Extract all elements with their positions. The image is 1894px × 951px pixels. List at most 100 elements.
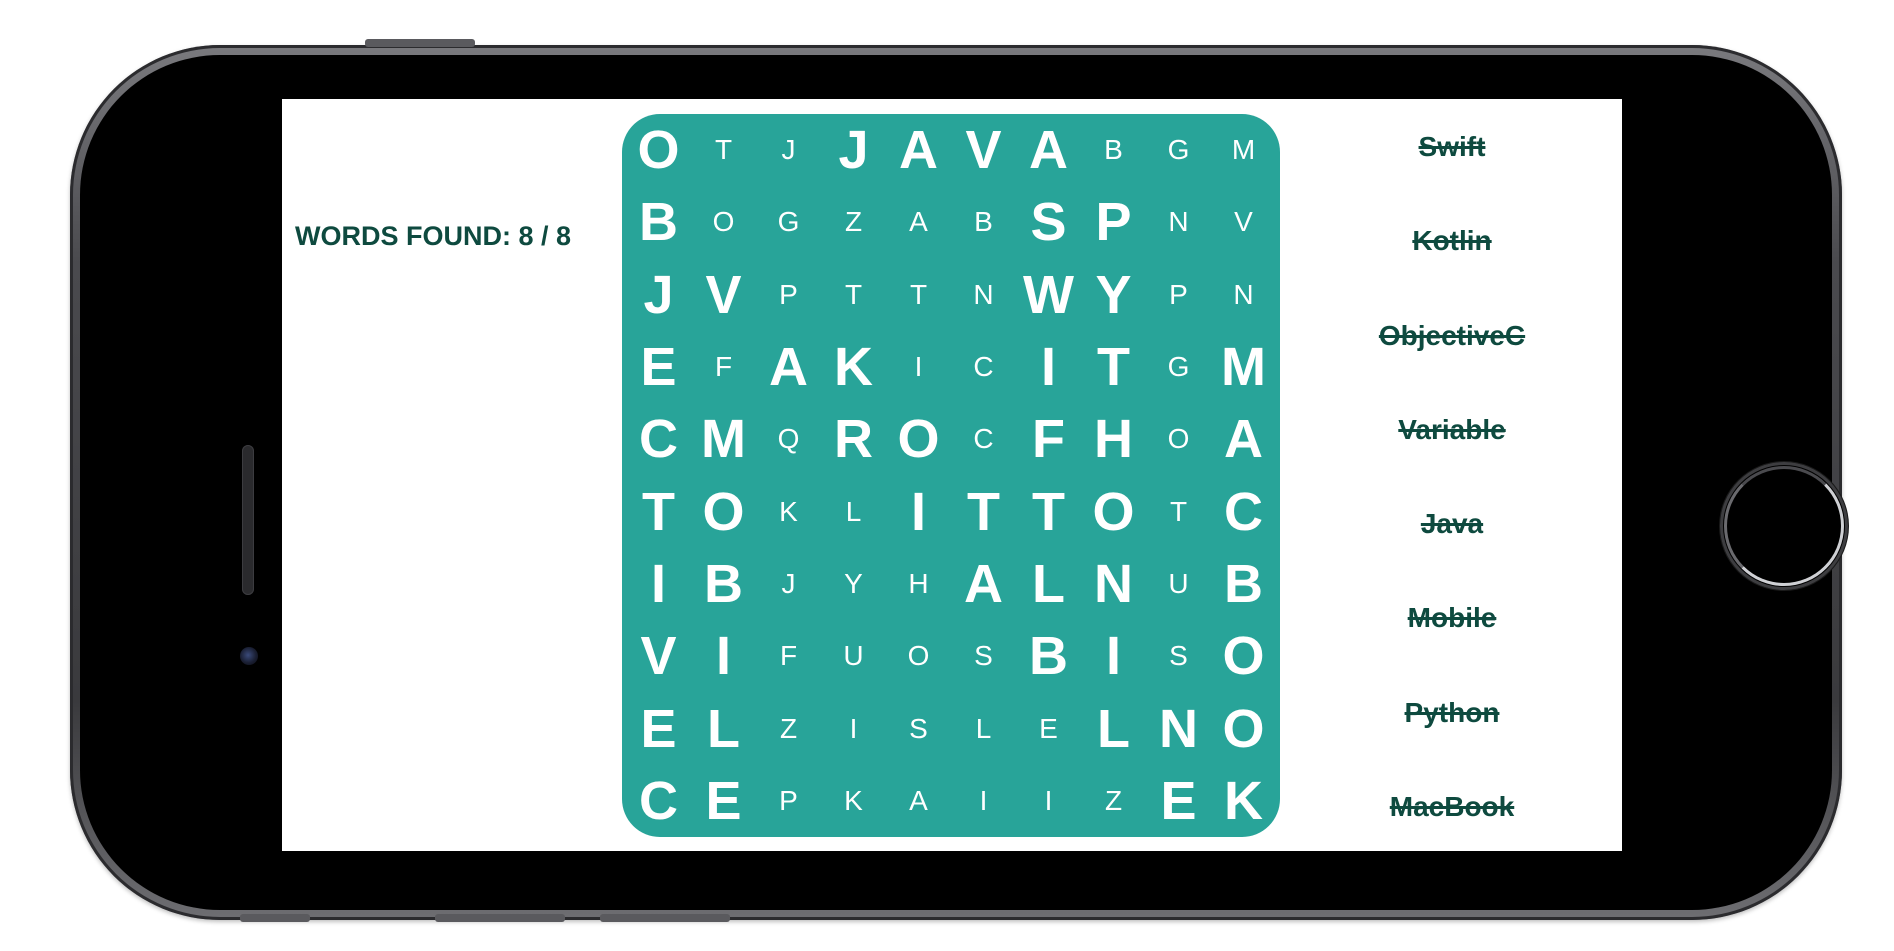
grid-cell[interactable]: N [1081, 548, 1146, 620]
grid-cell[interactable]: I [1081, 620, 1146, 692]
grid-cell[interactable]: F [756, 620, 821, 692]
grid-cell[interactable]: G [756, 186, 821, 258]
grid-cell[interactable]: A [1211, 403, 1276, 475]
grid-cell[interactable]: K [756, 476, 821, 548]
grid-cell[interactable]: I [1016, 331, 1081, 403]
grid-cell[interactable]: T [1146, 476, 1211, 548]
grid-cell[interactable]: K [821, 331, 886, 403]
grid-cell[interactable]: E [1146, 765, 1211, 837]
grid-cell[interactable]: Y [1081, 259, 1146, 331]
grid-cell[interactable]: M [1211, 331, 1276, 403]
grid-cell[interactable]: O [886, 620, 951, 692]
grid-cell[interactable]: U [821, 620, 886, 692]
grid-cell[interactable]: H [1081, 403, 1146, 475]
grid-cell[interactable]: T [626, 476, 691, 548]
grid-cell[interactable]: L [691, 692, 756, 764]
grid-cell[interactable]: C [1211, 476, 1276, 548]
grid-cell[interactable]: R [821, 403, 886, 475]
grid-cell[interactable]: A [756, 331, 821, 403]
grid-cell[interactable]: Y [821, 548, 886, 620]
grid-cell[interactable]: P [1081, 186, 1146, 258]
grid-cell[interactable]: E [626, 331, 691, 403]
grid-cell[interactable]: L [821, 476, 886, 548]
grid-cell[interactable]: E [1016, 692, 1081, 764]
grid-cell[interactable]: Z [1081, 765, 1146, 837]
grid-cell[interactable]: L [951, 692, 1016, 764]
grid-cell[interactable]: P [756, 259, 821, 331]
grid-cell[interactable]: O [886, 403, 951, 475]
grid-cell[interactable]: Z [821, 186, 886, 258]
grid-cell[interactable]: P [1146, 259, 1211, 331]
grid-cell[interactable]: O [626, 114, 691, 186]
grid-cell[interactable]: L [1016, 548, 1081, 620]
grid-cell[interactable]: B [1211, 548, 1276, 620]
grid-cell[interactable]: F [1016, 403, 1081, 475]
grid-cell[interactable]: I [951, 765, 1016, 837]
grid-cell[interactable]: N [1146, 186, 1211, 258]
grid-cell[interactable]: S [951, 620, 1016, 692]
grid-cell[interactable]: C [951, 403, 1016, 475]
grid-cell[interactable]: S [1146, 620, 1211, 692]
grid-cell[interactable]: O [1146, 403, 1211, 475]
grid-cell[interactable]: G [1146, 114, 1211, 186]
grid-cell[interactable]: T [1081, 331, 1146, 403]
letter-grid[interactable]: OTJJAVABGMBOGZABSPNVJVPTTNWYPNEFAKICITGM… [622, 114, 1280, 837]
grid-cell[interactable]: B [1016, 620, 1081, 692]
grid-cell[interactable]: B [1081, 114, 1146, 186]
grid-cell[interactable]: C [626, 765, 691, 837]
grid-cell[interactable]: O [1211, 620, 1276, 692]
grid-cell[interactable]: F [691, 331, 756, 403]
grid-cell[interactable]: B [626, 186, 691, 258]
grid-cell[interactable]: J [626, 259, 691, 331]
grid-cell[interactable]: V [691, 259, 756, 331]
grid-cell[interactable]: I [821, 692, 886, 764]
grid-cell[interactable]: W [1016, 259, 1081, 331]
grid-cell[interactable]: A [886, 186, 951, 258]
grid-cell[interactable]: N [951, 259, 1016, 331]
grid-cell[interactable]: K [1211, 765, 1276, 837]
grid-cell[interactable]: C [626, 403, 691, 475]
grid-cell[interactable]: P [756, 765, 821, 837]
grid-cell[interactable]: I [886, 476, 951, 548]
grid-cell[interactable]: O [1081, 476, 1146, 548]
grid-cell[interactable]: T [1016, 476, 1081, 548]
grid-cell[interactable]: O [691, 186, 756, 258]
grid-cell[interactable]: M [691, 403, 756, 475]
grid-cell[interactable]: O [691, 476, 756, 548]
grid-cell[interactable]: I [626, 548, 691, 620]
grid-cell[interactable]: I [691, 620, 756, 692]
grid-cell[interactable]: Z [756, 692, 821, 764]
grid-cell[interactable]: A [886, 765, 951, 837]
grid-cell[interactable]: A [886, 114, 951, 186]
grid-cell[interactable]: N [1146, 692, 1211, 764]
grid-cell[interactable]: T [691, 114, 756, 186]
grid-cell[interactable]: I [1016, 765, 1081, 837]
grid-cell[interactable]: I [886, 331, 951, 403]
grid-cell[interactable]: A [951, 548, 1016, 620]
grid-cell[interactable]: Q [756, 403, 821, 475]
grid-cell[interactable]: B [951, 186, 1016, 258]
grid-cell[interactable]: J [756, 548, 821, 620]
grid-cell[interactable]: J [756, 114, 821, 186]
grid-cell[interactable]: T [886, 259, 951, 331]
grid-cell[interactable]: E [691, 765, 756, 837]
grid-cell[interactable]: B [691, 548, 756, 620]
grid-cell[interactable]: O [1211, 692, 1276, 764]
grid-cell[interactable]: E [626, 692, 691, 764]
grid-cell[interactable]: V [951, 114, 1016, 186]
grid-cell[interactable]: T [951, 476, 1016, 548]
grid-cell[interactable]: V [626, 620, 691, 692]
home-button[interactable] [1720, 462, 1848, 590]
grid-cell[interactable]: J [821, 114, 886, 186]
grid-cell[interactable]: M [1211, 114, 1276, 186]
grid-cell[interactable]: C [951, 331, 1016, 403]
grid-cell[interactable]: H [886, 548, 951, 620]
grid-cell[interactable]: T [821, 259, 886, 331]
grid-cell[interactable]: S [1016, 186, 1081, 258]
grid-cell[interactable]: S [886, 692, 951, 764]
grid-cell[interactable]: N [1211, 259, 1276, 331]
grid-cell[interactable]: U [1146, 548, 1211, 620]
grid-cell[interactable]: K [821, 765, 886, 837]
grid-cell[interactable]: G [1146, 331, 1211, 403]
grid-cell[interactable]: V [1211, 186, 1276, 258]
